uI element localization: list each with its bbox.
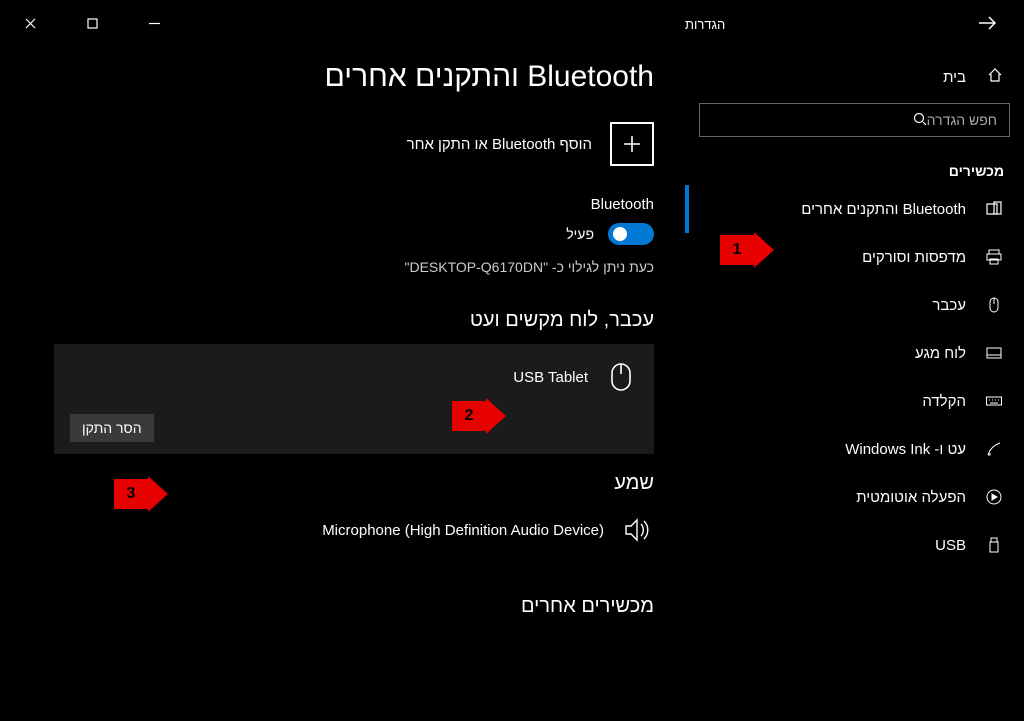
sidebar-section-label: מכשירים: [685, 147, 1024, 185]
sidebar-item-pen[interactable]: עט ו- Windows Ink: [685, 425, 1024, 473]
back-icon[interactable]: [978, 14, 996, 35]
home-icon: [986, 67, 1004, 87]
bluetooth-toggle[interactable]: [608, 223, 654, 245]
bluetooth-heading: Bluetooth: [54, 196, 654, 213]
device-row-microphone[interactable]: Microphone (High Definition Audio Device…: [54, 507, 654, 553]
maximize-button[interactable]: [72, 8, 112, 38]
autoplay-icon: [984, 487, 1004, 507]
sidebar-item-usb[interactable]: USB: [685, 521, 1024, 569]
group-heading-mouse: עכבר, לוח מקשים ועט: [54, 309, 654, 332]
discoverable-text: כעת ניתן לגילוי כ- "DESKTOP-Q6170DN": [54, 259, 654, 275]
minimize-button[interactable]: [134, 8, 174, 38]
group-heading-other: מכשירים אחרים: [54, 595, 654, 618]
speaker-icon: [620, 513, 654, 547]
sidebar-item-typing[interactable]: הקלדה: [685, 377, 1024, 425]
device-card-usb-tablet[interactable]: USB Tablet הסר התקן: [54, 344, 654, 454]
mouse-icon: [984, 295, 1004, 315]
sidebar-nav: Bluetooth והתקנים אחרים מדפסות וסורקים ע…: [685, 185, 1024, 569]
keyboard-icon: [984, 391, 1004, 411]
bluetooth-state: פעיל: [566, 226, 594, 242]
home-label: בית: [943, 69, 966, 86]
pen-icon: [984, 439, 1004, 459]
sidebar-item-touchpad[interactable]: לוח מגע: [685, 329, 1024, 377]
bt-devices-icon: [984, 199, 1004, 219]
sidebar-item-label: מדפסות וסורקים: [862, 249, 966, 266]
add-device-button[interactable]: [610, 122, 654, 166]
sidebar-item-label: לוח מגע: [915, 345, 966, 362]
search-placeholder: חפש הגדרה: [927, 112, 997, 128]
group-heading-audio: שמע: [54, 472, 654, 495]
sidebar-item-bluetooth[interactable]: Bluetooth והתקנים אחרים: [685, 185, 1024, 233]
sidebar-item-label: הפעלה אוטומטית: [856, 489, 966, 506]
sidebar-item-label: Bluetooth והתקנים אחרים: [801, 201, 966, 218]
main-pane: Bluetooth והתקנים אחרים הוסף Bluetooth א…: [0, 0, 684, 721]
sidebar-item-printers[interactable]: מדפסות וסורקים: [685, 233, 1024, 281]
sidebar-item-label: הקלדה: [922, 393, 966, 410]
close-button[interactable]: [10, 8, 50, 38]
titlebar: [0, 0, 184, 46]
settings-app: הגדרות בית חפש הגדרה מכשירים Bluetooth: [0, 0, 1024, 721]
sidebar-home[interactable]: בית: [685, 49, 1024, 97]
sidebar-item-label: עכבר: [932, 297, 966, 314]
sidebar-item-autoplay[interactable]: הפעלה אוטומטית: [685, 473, 1024, 521]
window-title: הגדרות: [685, 17, 725, 32]
mouse-device-icon: [604, 360, 638, 394]
device-name: USB Tablet: [513, 369, 588, 386]
sidebar-item-label: עט ו- Windows Ink: [845, 441, 966, 458]
touchpad-icon: [984, 343, 1004, 363]
remove-device-button[interactable]: הסר התקן: [70, 414, 154, 442]
sidebar: הגדרות בית חפש הגדרה מכשירים Bluetooth: [684, 0, 1024, 721]
printer-icon: [984, 247, 1004, 267]
add-device-label: הוסף Bluetooth או התקן אחר: [407, 136, 592, 153]
search-input[interactable]: חפש הגדרה: [699, 103, 1010, 137]
usb-icon: [984, 535, 1004, 555]
content: Bluetooth והתקנים אחרים הוסף Bluetooth א…: [24, 0, 684, 618]
page-title: Bluetooth והתקנים אחרים: [54, 60, 654, 94]
search-icon: [913, 112, 927, 129]
device-name: Microphone (High Definition Audio Device…: [322, 522, 604, 539]
sidebar-item-mouse[interactable]: עכבר: [685, 281, 1024, 329]
sidebar-item-label: USB: [935, 537, 966, 554]
